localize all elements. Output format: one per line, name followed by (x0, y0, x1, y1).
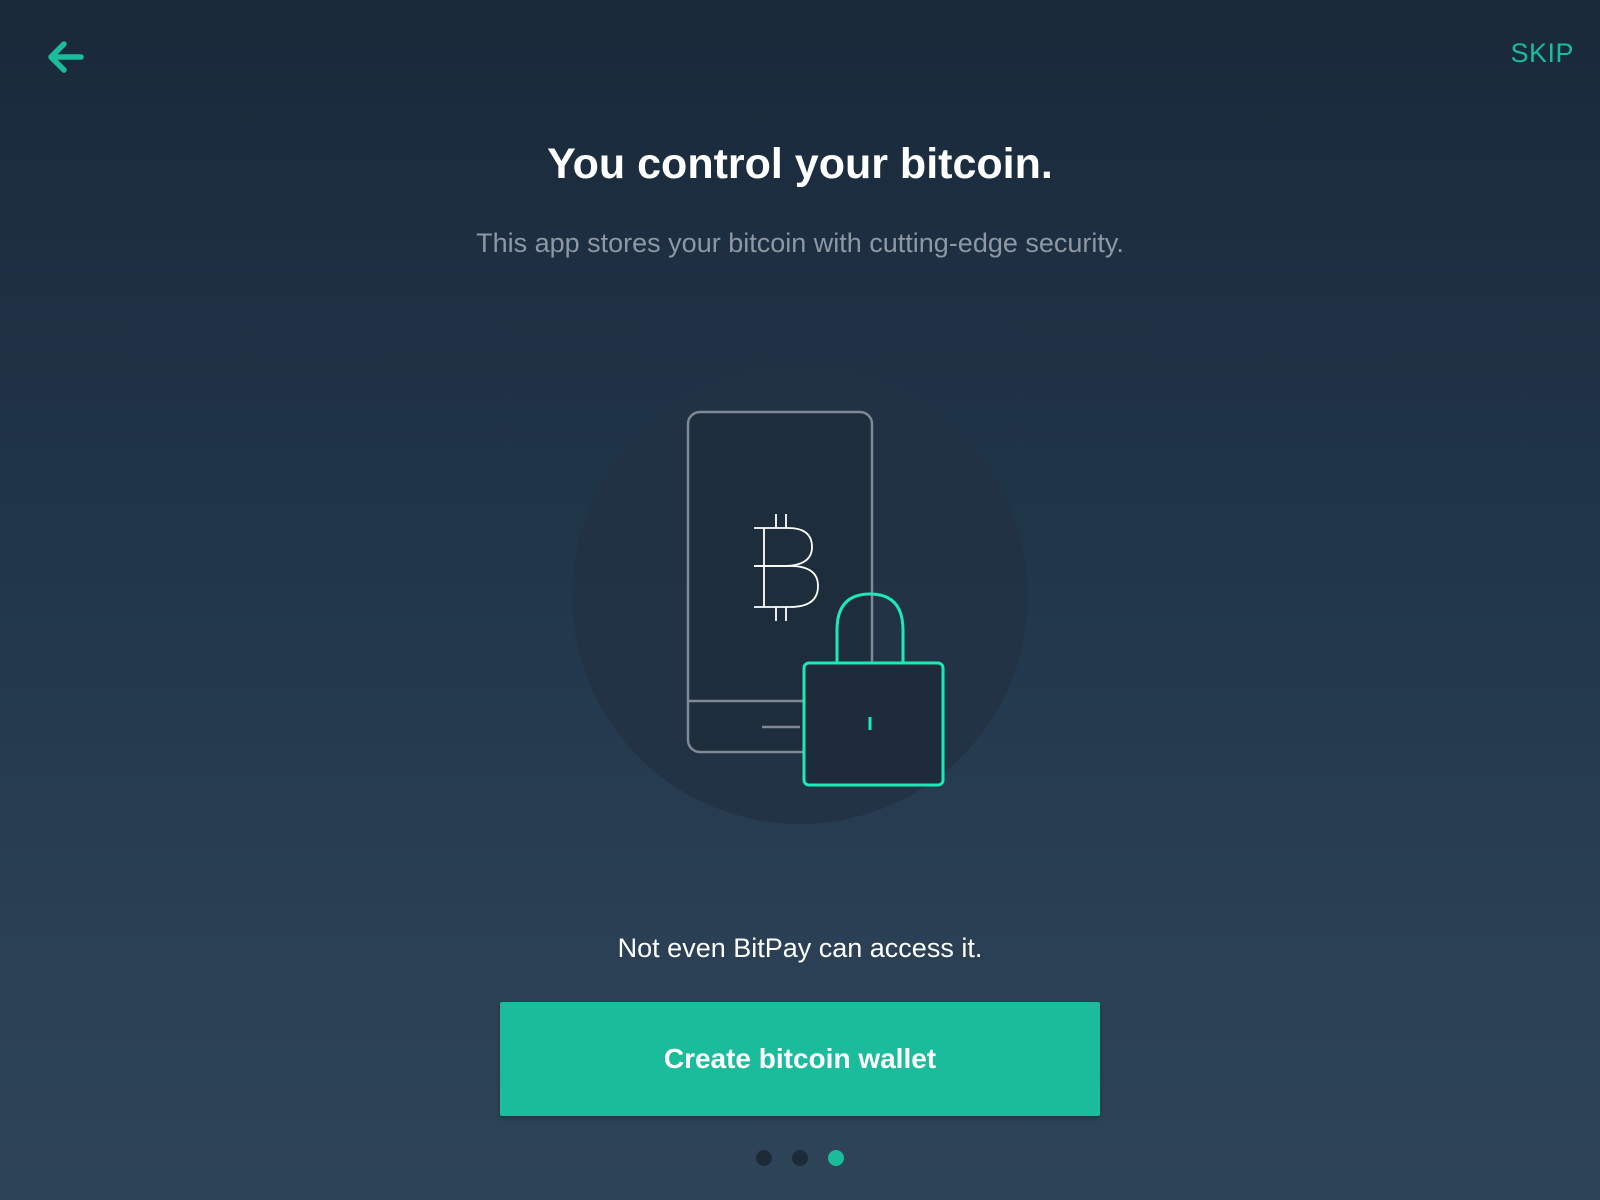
security-illustration (572, 368, 1028, 824)
page-indicator (0, 1150, 1600, 1166)
page-title: You control your bitcoin. (547, 140, 1053, 188)
create-wallet-button-label: Create bitcoin wallet (663, 1043, 937, 1074)
privacy-note: Not even BitPay can access it. (617, 933, 983, 963)
create-wallet-button[interactable]: Create bitcoin wallet (500, 1002, 1100, 1116)
onboarding-screen: SKIP You control your bitcoin. This app … (0, 0, 1600, 1200)
back-button[interactable] (40, 32, 90, 82)
page-dot-3-active[interactable] (828, 1150, 844, 1166)
arrow-left-icon (48, 41, 84, 73)
page-dot-2[interactable] (792, 1150, 808, 1166)
page-dot-1[interactable] (756, 1150, 772, 1166)
page-subtitle: This app stores your bitcoin with cuttin… (476, 228, 1124, 258)
skip-button[interactable]: SKIP (1510, 38, 1574, 69)
